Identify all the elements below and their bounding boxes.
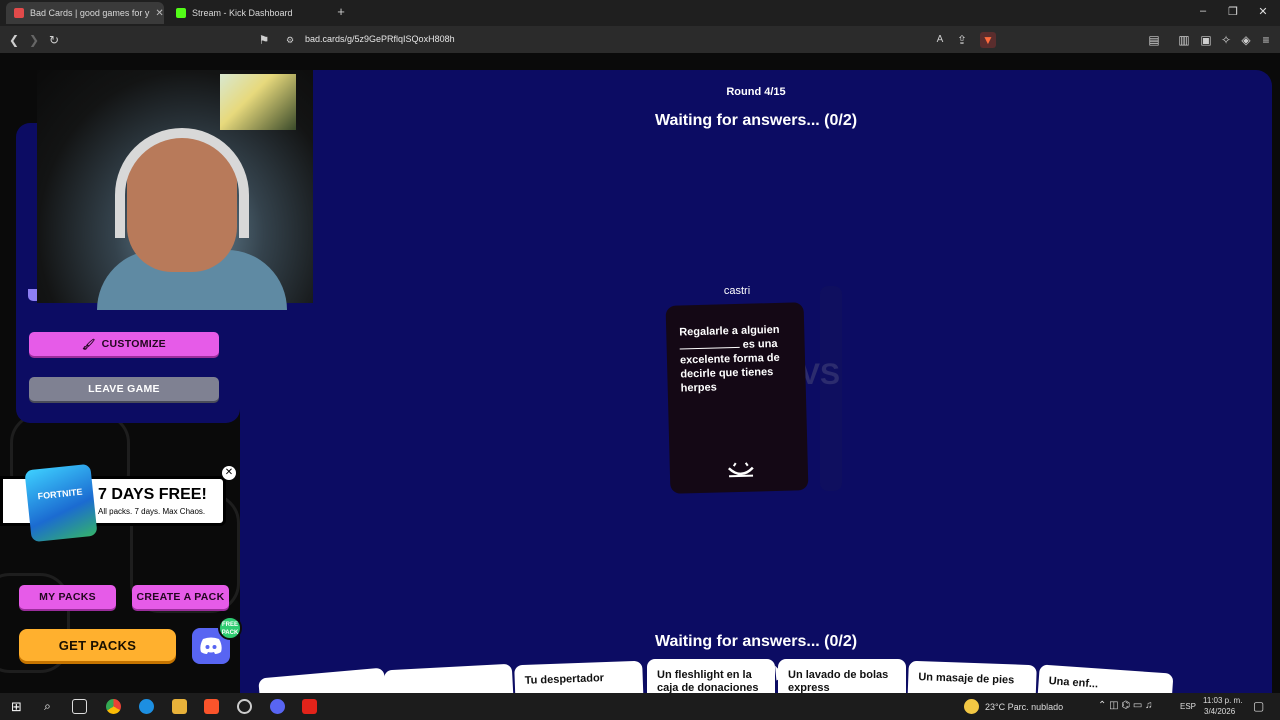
fortnite-pack-label: FORTNITE: [37, 486, 83, 502]
split-view-icon[interactable]: ▥: [1176, 32, 1192, 48]
new-tab-icon[interactable]: +: [334, 5, 348, 19]
customize-button[interactable]: 🖌 CUSTOMIZE: [29, 332, 219, 356]
customize-label: CUSTOMIZE: [101, 338, 166, 350]
site-info-icon[interactable]: ⚙: [282, 32, 298, 48]
chrome-icon[interactable]: [106, 699, 121, 714]
black-card-text-before: Regalarle a alguien: [679, 323, 780, 339]
menu-icon[interactable]: ≡: [1258, 32, 1274, 48]
hand-card[interactable]: Un masaje de pies: [907, 660, 1037, 693]
sidebar-toggle-icon[interactable]: ▤: [1146, 32, 1162, 48]
windows-taskbar: ⊞ ⌕ 23°C Parc. nublado ⌃ ◫ ⌬ ▭ ♫ ESP 11:…: [0, 693, 1280, 720]
card-czar-name: castri: [723, 285, 751, 297]
streamer-webcam: [37, 70, 313, 310]
language-indicator[interactable]: ESP: [1180, 702, 1196, 711]
vs-watermark: VS: [800, 358, 841, 391]
wallet-icon[interactable]: ▣: [1198, 32, 1214, 48]
webcam-background-tv: [220, 74, 296, 130]
tab-strip: Bad Cards | good games for y ✕ Stream - …: [0, 0, 1280, 26]
hand-card[interactable]: Tu despertador: [514, 660, 644, 693]
bad-cards-favicon-icon: [14, 8, 24, 18]
back-icon[interactable]: ❮: [6, 32, 22, 48]
discord-icon: [200, 637, 222, 654]
browser-window: Bad Cards | good games for y ✕ Stream - …: [0, 0, 1280, 720]
weather-icon: [964, 699, 979, 714]
tab-title: Stream - Kick Dashboard: [192, 8, 293, 18]
tab-kick-dashboard[interactable]: Stream - Kick Dashboard: [168, 2, 328, 24]
windows-start-icon[interactable]: ⊞: [9, 699, 24, 714]
round-counter: Round 4/15: [726, 86, 786, 98]
discord-taskbar-icon[interactable]: [270, 699, 285, 714]
black-card-blank: [679, 346, 740, 350]
free-pack-badge: FREE PACK: [218, 616, 242, 640]
tab-title: Bad Cards | good games for y: [30, 8, 150, 18]
webcam-headphones: [115, 128, 249, 238]
forward-icon[interactable]: ❯: [26, 32, 42, 48]
weather-text[interactable]: 23°C Parc. nublado: [985, 702, 1063, 712]
share-icon[interactable]: ⇪: [954, 32, 970, 48]
url-field[interactable]: bad.cards/g/5z9GePRflqISQoxH808h: [305, 34, 455, 44]
translate-icon[interactable]: A: [932, 32, 948, 48]
obs-icon[interactable]: [237, 699, 252, 714]
leo-icon[interactable]: ✧: [1218, 32, 1234, 48]
clock-time[interactable]: 11:03 p. m.: [1203, 696, 1242, 705]
search-icon[interactable]: ⌕: [40, 699, 55, 714]
brush-icon: 🖌: [82, 338, 96, 351]
file-explorer-icon[interactable]: [172, 699, 187, 714]
bad-cards-logo-icon: [727, 462, 754, 478]
create-pack-label: CREATE A PACK: [136, 591, 225, 603]
hand-card[interactable]: Un fleshlight en la caja de donaciones: [647, 659, 775, 693]
address-toolbar: ❮ ❯ ↻ ⚑ ⚙ bad.cards/g/5z9GePRflqISQoxH80…: [0, 26, 1280, 53]
system-tray-icons[interactable]: ⌃ ◫ ⌬ ▭ ♫: [1098, 700, 1153, 711]
brave-icon[interactable]: [204, 699, 219, 714]
tab-bad-cards[interactable]: Bad Cards | good games for y ✕: [6, 2, 164, 24]
reload-icon[interactable]: ↻: [46, 32, 62, 48]
clock-date[interactable]: 3/4/2026: [1204, 707, 1235, 716]
maximize-icon[interactable]: ❐: [1226, 5, 1240, 18]
black-card: Regalarle a alguien es una excelente for…: [665, 302, 809, 494]
my-packs-label: MY PACKS: [39, 591, 96, 603]
waiting-status-bottom: Waiting for answers... (0/2): [654, 633, 858, 650]
minimize-icon[interactable]: –: [1196, 5, 1210, 17]
task-view-icon[interactable]: [72, 699, 87, 714]
waiting-status-top: Waiting for answers... (0/2): [654, 112, 858, 129]
leave-game-button[interactable]: LEAVE GAME: [29, 377, 219, 401]
bookmark-icon[interactable]: ⚑: [256, 32, 272, 48]
hand-card[interactable]: Un lavado de bolas express: [778, 659, 906, 693]
leave-game-label: LEAVE GAME: [88, 383, 160, 395]
app-taskbar-icon[interactable]: [302, 699, 317, 714]
create-pack-button[interactable]: CREATE A PACK: [132, 585, 229, 609]
brave-shield-icon[interactable]: ▼: [980, 32, 996, 48]
get-packs-label: GET PACKS: [58, 637, 137, 653]
vpn-icon[interactable]: ◈: [1238, 32, 1254, 48]
promo-subtitle: All packs. 7 days. Max Chaos.: [98, 507, 206, 516]
fortnite-pack-image: FORTNITE: [24, 463, 98, 543]
close-tab-icon[interactable]: ✕: [155, 8, 163, 19]
get-packs-button[interactable]: GET PACKS: [19, 629, 176, 661]
notifications-icon[interactable]: ▢: [1253, 699, 1264, 713]
kick-favicon-icon: [176, 8, 186, 18]
promo-title: 7 DAYS FREE!: [98, 486, 207, 503]
close-promo-icon[interactable]: ✕: [222, 466, 236, 480]
close-window-icon[interactable]: ✕: [1256, 5, 1270, 18]
my-packs-button[interactable]: MY PACKS: [19, 585, 116, 609]
edge-icon[interactable]: [139, 699, 154, 714]
